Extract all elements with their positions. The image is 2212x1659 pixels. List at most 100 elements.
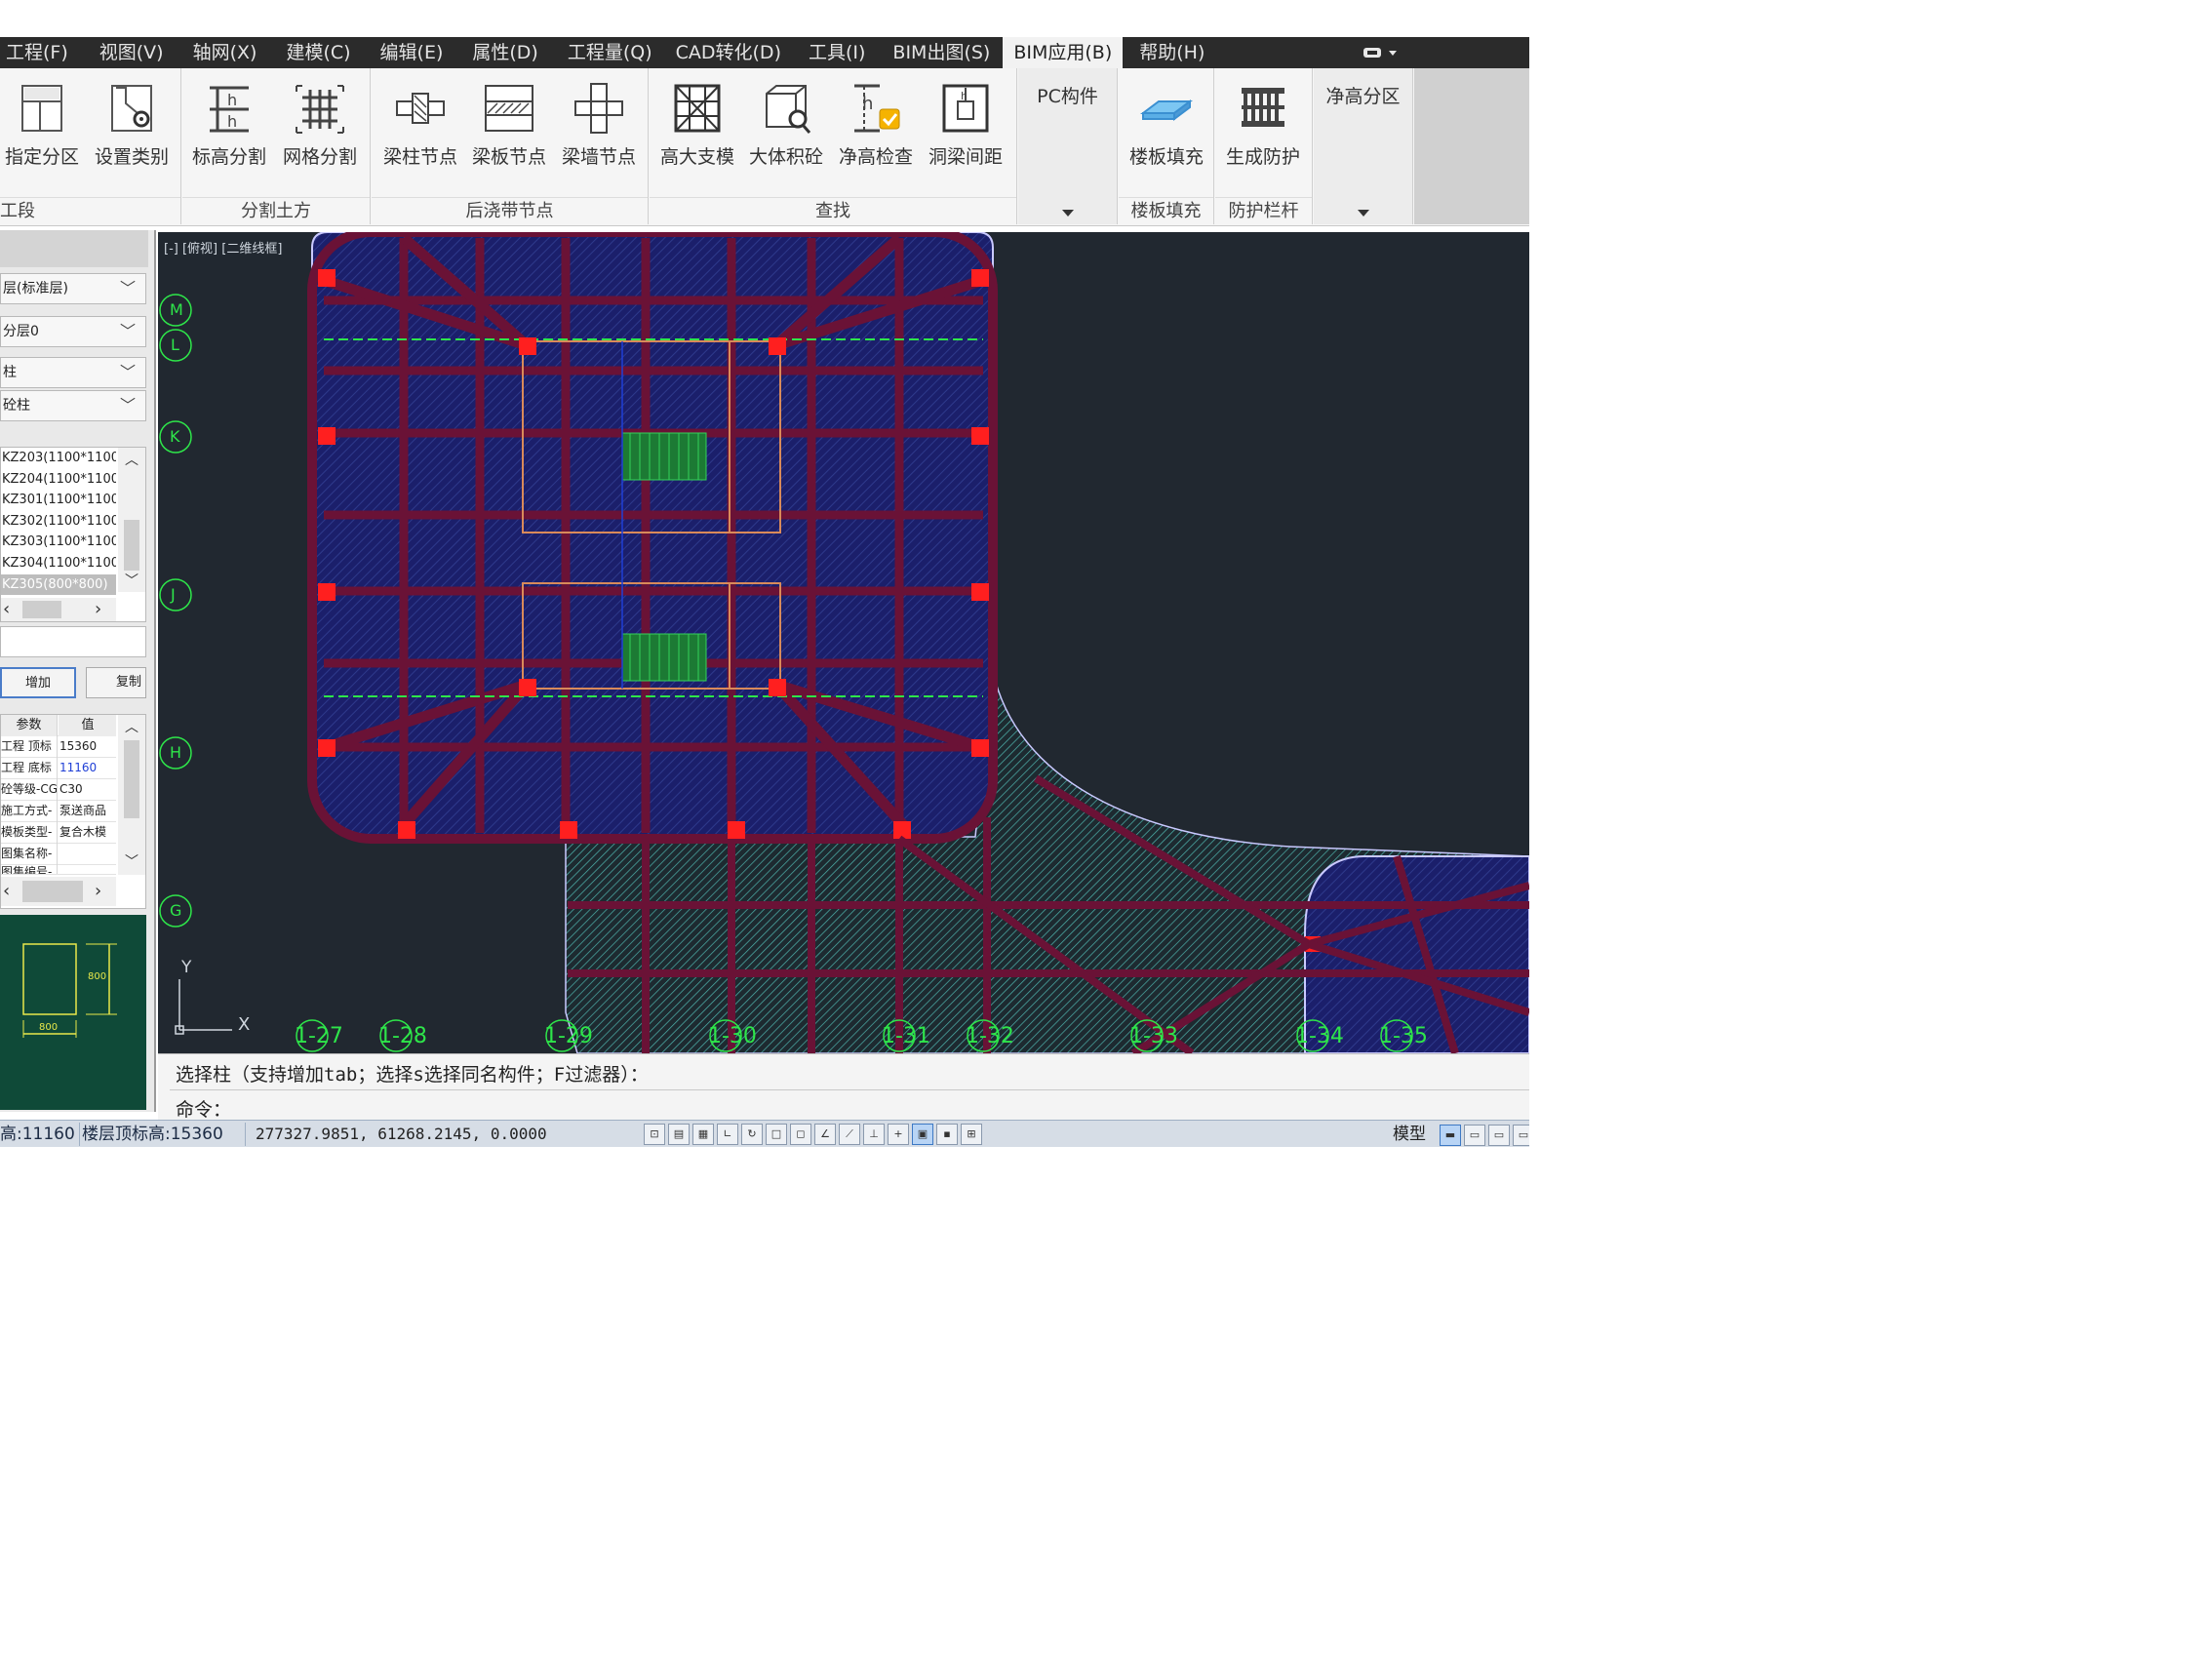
list-item[interactable]: KZ301(1100*1100) <box>1 490 116 511</box>
beam-wall-node-icon <box>570 80 628 137</box>
model-tab-icon[interactable]: ▬ <box>1440 1125 1461 1146</box>
polar-toggle-icon[interactable]: ↻ <box>741 1124 763 1145</box>
component-type-select[interactable]: 柱 ﹀ <box>0 357 146 388</box>
scroll-right-icon[interactable]: › <box>95 598 101 621</box>
param-value[interactable]: 复合木模 <box>59 822 116 844</box>
table-horizontal-scrollbar[interactable]: ‹ › <box>1 877 116 906</box>
ribbon-group-pc[interactable]: PC构件 <box>1018 68 1118 224</box>
clear-height-check-button[interactable]: h 净高检查 <box>832 74 920 172</box>
high-formwork-button[interactable]: 高大支模 <box>653 74 741 172</box>
list-vertical-scrollbar[interactable]: ︿ ﹀ <box>118 448 145 592</box>
param-value[interactable]: 15360 <box>59 736 116 758</box>
scroll-thumb[interactable] <box>22 881 83 902</box>
scroll-down-icon[interactable]: ﹀ <box>118 571 145 590</box>
scroll-up-icon[interactable]: ︿ <box>118 450 145 469</box>
floor-select[interactable]: 层(标准层) ﹀ <box>0 273 146 304</box>
menu-file[interactable]: 工程(F) <box>0 37 79 68</box>
lineweight-toggle-icon[interactable]: + <box>888 1124 909 1145</box>
clear-height-zone-dropdown-icon[interactable] <box>1357 210 1369 217</box>
annotation-toggle-icon[interactable]: ⊞ <box>961 1124 982 1145</box>
param-value[interactable]: 泵送商品 <box>59 801 116 822</box>
ribbon-display-toggle-icon[interactable] <box>1362 45 1401 60</box>
menu-view[interactable]: 视图(V) <box>89 37 175 68</box>
quick-properties-toggle-icon[interactable]: ▪ <box>936 1124 958 1145</box>
layout2-tab-icon[interactable]: ▭ <box>1488 1125 1510 1146</box>
table-vertical-scrollbar[interactable]: ︿ ﹀ <box>118 715 145 875</box>
selection-cycle-toggle-icon[interactable]: ▣ <box>912 1124 933 1145</box>
elevation-split-button[interactable]: hh 标高分割 <box>185 74 273 172</box>
table-row[interactable]: 砼等级-CG C30 <box>1 779 116 801</box>
menu-quantities[interactable]: 工程量(Q) <box>557 37 663 68</box>
menu-axis[interactable]: 轴网(X) <box>182 37 268 68</box>
list-item-selected[interactable]: KZ305(800*800) <box>1 573 116 596</box>
generate-guardrail-button[interactable]: 生成防护 <box>1219 74 1307 172</box>
add-button[interactable]: 增加 <box>0 667 76 698</box>
menu-edit[interactable]: 编辑(E) <box>370 37 454 68</box>
grid-split-button[interactable]: 网格分割 <box>276 74 364 172</box>
list-item[interactable]: KZ303(1100*1100) <box>1 532 116 553</box>
list-horizontal-scrollbar[interactable]: ‹ › <box>1 598 116 621</box>
table-row[interactable]: 工程 底标 11160 <box>1 758 116 779</box>
grid-toggle-icon[interactable]: ▦ <box>692 1124 714 1145</box>
menu-bim-drawing[interactable]: BIM出图(S) <box>882 37 1001 68</box>
name-input[interactable] <box>0 626 146 657</box>
scroll-left-icon[interactable]: ‹ <box>3 598 10 621</box>
list-item[interactable]: KZ204(1100*1100) <box>1 469 116 491</box>
object-snap-toggle-icon[interactable]: □ <box>766 1124 787 1145</box>
component-subtype-select[interactable]: 砼柱 ﹀ <box>0 390 146 421</box>
scroll-down-icon[interactable]: ﹀ <box>118 851 145 871</box>
scroll-right-icon[interactable]: › <box>95 877 101 906</box>
object-track-toggle-icon[interactable]: ◻ <box>790 1124 811 1145</box>
pc-dropdown-arrow-icon[interactable] <box>1061 210 1074 217</box>
param-value[interactable]: C30 <box>59 779 116 801</box>
viewport-controls-label[interactable]: [-] [俯视] [二维线框] <box>164 238 282 257</box>
angle-toggle-icon[interactable]: ∠ <box>814 1124 836 1145</box>
scroll-thumb[interactable] <box>124 740 139 818</box>
drawing-viewport[interactable]: [-] [俯视] [二维线框] M L K J H G 1-27 1-28 1-… <box>158 232 1529 1053</box>
beam-column-node-button[interactable]: 梁柱节点 <box>376 74 464 172</box>
scroll-thumb[interactable] <box>22 601 61 618</box>
sublayer-select[interactable]: 分层0 ﹀ <box>0 316 146 347</box>
table-row[interactable]: 模板类型- 复合木模 <box>1 822 116 844</box>
beam-slab-node-button[interactable]: 梁板节点 <box>465 74 553 172</box>
menu-help[interactable]: 帮助(H) <box>1128 37 1215 68</box>
ortho-toggle-icon[interactable]: ∟ <box>717 1124 738 1145</box>
beam-wall-node-button[interactable]: 梁墙节点 <box>555 74 643 172</box>
menu-properties[interactable]: 属性(D) <box>461 37 548 68</box>
layout3-tab-icon[interactable]: ▭ <box>1513 1125 1529 1146</box>
scroll-up-icon[interactable]: ︿ <box>118 717 145 736</box>
grid-display-toggle-icon[interactable]: ▤ <box>668 1124 690 1145</box>
dynamic-ucs-toggle-icon[interactable]: ⟋ <box>839 1124 860 1145</box>
menu-bim-apply[interactable]: BIM应用(B) <box>1003 37 1124 68</box>
scroll-left-icon[interactable]: ‹ <box>3 877 10 906</box>
model-space-label[interactable]: 模型 <box>1393 1123 1426 1146</box>
snap-toggle-icon[interactable]: ⊡ <box>644 1124 665 1145</box>
slab-fill-label: 楼板填充 <box>1128 146 1204 168</box>
opening-beam-spacing-button[interactable]: h 洞梁间距 <box>922 74 1009 172</box>
menu-tools[interactable]: 工具(I) <box>798 37 876 68</box>
dynamic-input-toggle-icon[interactable]: ⊥ <box>863 1124 885 1145</box>
param-value[interactable] <box>59 865 116 874</box>
scroll-thumb[interactable] <box>124 520 139 571</box>
mass-concrete-button[interactable]: 大体积砼 <box>742 74 830 172</box>
layout1-tab-icon[interactable]: ▭ <box>1464 1125 1485 1146</box>
ribbon-group-clear-height-zone[interactable]: 净高分区 <box>1314 68 1413 224</box>
command-input[interactable] <box>240 1093 1508 1117</box>
table-row[interactable]: 施工方式- 泵送商品 <box>1 801 116 822</box>
set-category-button[interactable]: 设置类别 <box>88 74 176 172</box>
menu-modeling[interactable]: 建模(C) <box>275 37 361 68</box>
list-item[interactable]: KZ302(1100*1100) <box>1 511 116 533</box>
list-item[interactable]: KZ203(1100*1100) <box>1 448 116 469</box>
param-value[interactable] <box>59 844 116 865</box>
list-item[interactable]: KZ304(1100*1100) <box>1 553 116 574</box>
table-row[interactable]: 图集名称- <box>1 844 116 865</box>
svg-text:h: h <box>862 94 873 114</box>
copy-button[interactable]: 复制 <box>86 667 146 698</box>
table-row[interactable]: 图集编号- <box>1 865 116 875</box>
menu-cad-convert[interactable]: CAD转化(D) <box>665 37 792 68</box>
column-axis-label: 1-34 <box>1295 1024 1344 1048</box>
param-value[interactable]: 11160 <box>59 758 116 779</box>
slab-fill-button[interactable]: 楼板填充 <box>1123 74 1210 172</box>
assign-zone-button[interactable]: 指定分区 <box>0 74 86 172</box>
table-row[interactable]: 工程 顶标 15360 <box>1 736 116 758</box>
